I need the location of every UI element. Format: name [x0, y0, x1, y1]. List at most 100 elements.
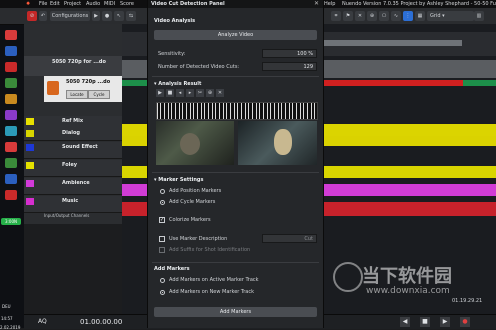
- menu-project[interactable]: Project: [64, 1, 81, 7]
- app-icon[interactable]: [5, 78, 17, 88]
- select-tool-icon[interactable]: ↖: [114, 11, 124, 21]
- video-frame-after: [238, 121, 317, 165]
- snap-icon[interactable]: ⌗: [331, 11, 341, 21]
- add-markers-heading: Add Markers: [154, 266, 190, 272]
- video-track-header[interactable]: 5050 720p for ...do: [24, 56, 122, 76]
- app-icon[interactable]: [5, 30, 17, 40]
- menu-score[interactable]: Score: [120, 1, 134, 7]
- divider: [152, 76, 319, 77]
- sensitivity-field[interactable]: 100 %: [262, 49, 317, 58]
- track-color: [26, 162, 34, 169]
- app-icon[interactable]: [5, 46, 17, 56]
- track-name: Ambience: [62, 180, 90, 186]
- track-row[interactable]: Ambience: [24, 178, 122, 195]
- marker-icon[interactable]: ⚑: [343, 11, 353, 21]
- record-icon[interactable]: ●: [460, 317, 470, 327]
- snap-toggle-icon[interactable]: ⋮: [403, 11, 413, 21]
- suffix-checkbox[interactable]: [159, 247, 165, 253]
- position-display[interactable]: 01.00.00.00: [80, 318, 122, 326]
- zoom-icon[interactable]: ⊕: [367, 11, 377, 21]
- record-mode-icon[interactable]: ●: [102, 11, 112, 21]
- radio-new-track[interactable]: [160, 290, 165, 295]
- app-icon[interactable]: [5, 94, 17, 104]
- menu-edit[interactable]: Edit: [50, 1, 60, 7]
- analyze-video-button[interactable]: Analyze Video: [154, 30, 317, 40]
- mute-icon[interactable]: ✕: [355, 11, 365, 21]
- track-row[interactable]: Foley: [24, 160, 122, 177]
- face-silhouette: [274, 129, 292, 155]
- app-icon[interactable]: [5, 190, 17, 200]
- track-color: [26, 118, 34, 125]
- description-checkbox[interactable]: [159, 236, 165, 242]
- track-name: Music: [62, 198, 79, 204]
- colorize-checkbox[interactable]: ✓: [159, 217, 165, 223]
- play-icon[interactable]: ▶: [440, 317, 450, 327]
- watermark-text: 当下软件园: [362, 266, 452, 287]
- analysis-result-heading: ▾ Analysis Result: [154, 81, 202, 87]
- delete-icon[interactable]: ✕: [216, 89, 224, 97]
- suffix-label: Add Suffix for Shot Identification: [169, 247, 251, 253]
- marker-track-icon: [47, 81, 59, 95]
- warp-icon[interactable]: ∿: [391, 11, 401, 21]
- cuts-count: 129: [262, 62, 317, 71]
- configurations-dropdown[interactable]: Configurations ▾: [50, 11, 90, 29]
- clock-time: 14:57: [1, 316, 13, 321]
- cuts-label: Number of Detected Video Cuts:: [158, 64, 240, 70]
- record-icon[interactable]: ⊘: [27, 11, 37, 21]
- menu-midi[interactable]: MIDI: [104, 1, 115, 7]
- cut-timeline-strip[interactable]: [156, 102, 318, 120]
- app-icon[interactable]: [5, 174, 17, 184]
- stop-icon[interactable]: ■: [166, 89, 174, 97]
- stop-icon[interactable]: ■: [420, 317, 430, 327]
- app-icon[interactable]: [5, 110, 17, 120]
- grid-type-icon[interactable]: ▦: [415, 11, 425, 21]
- app-icon[interactable]: [5, 126, 17, 136]
- track-name: Foley: [62, 162, 78, 168]
- range-tool-icon[interactable]: ⇆: [126, 11, 136, 21]
- status-badge: 3:00N: [1, 218, 21, 225]
- cycle-button[interactable]: Cycle: [88, 90, 110, 99]
- menu-help[interactable]: Help: [324, 1, 335, 7]
- track-row[interactable]: Music: [24, 196, 122, 213]
- track-color: [26, 198, 34, 205]
- menu-file[interactable]: File: [39, 1, 47, 7]
- taskbar: 3:00N 14:57 2.02.2019 DEU: [0, 24, 24, 330]
- track-row[interactable]: Sound Effect: [24, 142, 122, 159]
- radio-cycle-markers[interactable]: [160, 200, 165, 205]
- track-color: [26, 144, 34, 151]
- face-silhouette: [180, 133, 200, 155]
- play-icon[interactable]: ▶: [156, 89, 164, 97]
- track-name: Dialog: [62, 130, 80, 136]
- track-row[interactable]: Dialog: [24, 128, 122, 141]
- undo-icon[interactable]: ↶: [39, 11, 47, 21]
- next-icon[interactable]: ▸: [186, 89, 194, 97]
- description-field[interactable]: Cut: [262, 234, 317, 243]
- track-list: 5050 720p for ...do 5050 720p ...do Loca…: [24, 24, 122, 224]
- aq-label[interactable]: AQ: [38, 318, 47, 325]
- rewind-icon[interactable]: ◀: [400, 317, 410, 327]
- menu-audio[interactable]: Audio: [86, 1, 100, 7]
- close-icon[interactable]: ✕: [314, 0, 319, 7]
- prev-icon[interactable]: ◂: [176, 89, 184, 97]
- app-icon[interactable]: [5, 142, 17, 152]
- locate-button[interactable]: Locate: [66, 90, 88, 99]
- app-icon[interactable]: [5, 62, 17, 72]
- video-analysis-heading: Video Analysis: [154, 18, 196, 24]
- video-clip-header[interactable]: 5050 720p ...do Locate Cycle: [44, 76, 122, 102]
- quantize-icon[interactable]: ▥: [474, 11, 484, 21]
- play-icon[interactable]: ▶: [92, 11, 100, 21]
- radio-active-track[interactable]: [160, 278, 165, 283]
- app-icon[interactable]: [5, 158, 17, 168]
- io-channels-label[interactable]: Input/Output Channels: [44, 213, 89, 218]
- divider: [152, 172, 319, 173]
- zoom-icon[interactable]: ⊕: [206, 89, 214, 97]
- new-track-label: Add Markers on New Marker Track: [169, 289, 255, 295]
- language-indicator[interactable]: DEU: [2, 304, 11, 309]
- position-markers-label: Add Position Markers: [169, 188, 222, 194]
- add-markers-button[interactable]: Add Markers: [154, 307, 317, 317]
- cut-icon[interactable]: ✂: [196, 89, 204, 97]
- grid-dropdown[interactable]: Grid ▾: [427, 11, 474, 21]
- glue-icon[interactable]: ⎔: [379, 11, 389, 21]
- radio-position-markers[interactable]: [160, 189, 165, 194]
- video-cut-detection-panel: Video Cut Detection Panel ✕ Video Analys…: [147, 0, 324, 328]
